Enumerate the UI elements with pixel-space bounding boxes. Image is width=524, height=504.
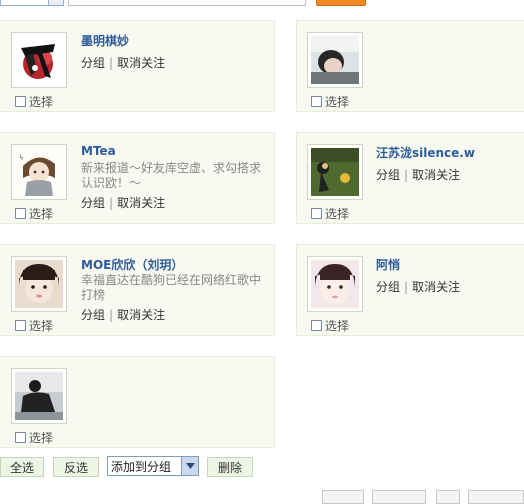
invert-select-button[interactable]: 反选 <box>53 457 99 477</box>
pager-prev-button[interactable] <box>322 490 364 504</box>
group-link[interactable]: 分组 <box>81 196 105 210</box>
avatar <box>311 36 359 84</box>
unfollow-link[interactable]: 取消关注 <box>412 280 460 294</box>
unfollow-link[interactable]: 取消关注 <box>117 196 165 210</box>
select-row[interactable]: 选择 <box>15 317 53 334</box>
select-label: 选择 <box>29 431 54 445</box>
select-checkbox[interactable] <box>311 208 322 219</box>
action-separator: | <box>109 308 114 322</box>
select-row[interactable]: 选择 <box>15 205 53 222</box>
user-card: 选择 <box>296 20 524 112</box>
select-row[interactable]: 选择 <box>311 317 349 334</box>
group-link[interactable]: 分组 <box>376 168 400 182</box>
add-to-group-label: 添加到分组 <box>111 459 172 474</box>
select-label: 选择 <box>29 95 54 109</box>
action-separator: | <box>109 196 114 210</box>
avatar-frame[interactable] <box>307 32 363 88</box>
avatar <box>15 260 63 308</box>
avatar: ϟ <box>15 148 63 196</box>
select-checkbox[interactable] <box>15 432 26 443</box>
delete-button[interactable]: 删除 <box>207 457 253 477</box>
select-checkbox[interactable] <box>311 96 322 107</box>
user-name-link[interactable]: 汪苏泷silence.w <box>376 144 475 161</box>
add-to-group-select[interactable]: 添加到分组 <box>107 456 199 476</box>
user-description: 新来报道～好友库空虚、求勾搭求认识欧！～ <box>81 161 262 190</box>
select-checkbox[interactable] <box>15 96 26 107</box>
user-name-link[interactable]: 阿悄 <box>376 256 400 273</box>
user-card: 汪苏泷silence.w 分组 | 取消关注 选择 <box>296 132 524 224</box>
avatar-frame[interactable] <box>307 256 363 312</box>
select-checkbox[interactable] <box>15 208 26 219</box>
user-card: MOE欣欣（刘玥） 幸福直达在酷狗已经在网络红歌中打榜 分组 | 取消关注 选择 <box>0 244 275 336</box>
select-label: 选择 <box>325 207 350 221</box>
group-link[interactable]: 分组 <box>376 280 400 294</box>
select-all-button[interactable]: 全选 <box>0 457 44 477</box>
avatar <box>311 148 359 196</box>
avatar-frame[interactable] <box>307 144 363 200</box>
svg-text:ϟ: ϟ <box>19 154 24 162</box>
avatar-frame[interactable]: ϟ <box>11 144 67 200</box>
select-row[interactable]: 选择 <box>311 93 349 110</box>
user-name-link[interactable]: MOE欣欣（刘玥） <box>81 256 183 273</box>
select-checkbox[interactable] <box>15 320 26 331</box>
user-name-link[interactable]: 墨明棋妙 <box>81 32 129 49</box>
pager-page-button[interactable] <box>436 490 460 504</box>
avatar-frame[interactable] <box>11 256 67 312</box>
user-actions: 分组 | 取消关注 <box>81 54 165 71</box>
select-row[interactable]: 选择 <box>311 205 349 222</box>
select-label: 选择 <box>29 207 54 221</box>
user-card: 墨明棋妙 分组 | 取消关注 选择 <box>0 20 275 112</box>
select-label: 选择 <box>29 319 54 333</box>
unfollow-link[interactable]: 取消关注 <box>117 56 165 70</box>
unfollow-link[interactable]: 取消关注 <box>412 168 460 182</box>
select-row[interactable]: 选择 <box>15 429 53 446</box>
user-actions: 分组 | 取消关注 <box>376 278 460 295</box>
avatar <box>15 36 63 84</box>
action-separator: | <box>109 56 114 70</box>
user-description: 幸福直达在酷狗已经在网络红歌中打榜 <box>81 273 262 302</box>
avatar <box>15 372 63 420</box>
chevron-down-icon <box>48 0 63 5</box>
user-actions: 分组 | 取消关注 <box>81 306 165 323</box>
select-label: 选择 <box>325 319 350 333</box>
group-link[interactable]: 分组 <box>81 308 105 322</box>
search-button[interactable] <box>316 0 366 6</box>
select-label: 选择 <box>325 95 350 109</box>
user-card: 选择 <box>0 356 275 448</box>
search-input[interactable] <box>68 0 306 6</box>
user-card: ϟ MTea 新来报道～好友库空虚、求勾搭求认识欧！～ 分组 | 取消关注 选择 <box>0 132 275 224</box>
group-link[interactable]: 分组 <box>81 56 105 70</box>
avatar-frame[interactable] <box>11 32 67 88</box>
select-checkbox[interactable] <box>311 320 322 331</box>
user-name-link[interactable]: MTea <box>81 144 116 158</box>
unfollow-link[interactable]: 取消关注 <box>117 308 165 322</box>
avatar-frame[interactable] <box>11 368 67 424</box>
user-actions: 分组 | 取消关注 <box>81 194 165 211</box>
chevron-down-icon <box>181 457 198 475</box>
select-row[interactable]: 选择 <box>15 93 53 110</box>
user-card: 阿悄 分组 | 取消关注 选择 <box>296 244 524 336</box>
action-separator: | <box>404 168 409 182</box>
action-separator: | <box>404 280 409 294</box>
pager-page-button[interactable] <box>372 490 426 504</box>
avatar <box>311 260 359 308</box>
filter-select[interactable] <box>0 0 64 6</box>
user-actions: 分组 | 取消关注 <box>376 166 460 183</box>
pager-next-button[interactable] <box>468 490 524 504</box>
